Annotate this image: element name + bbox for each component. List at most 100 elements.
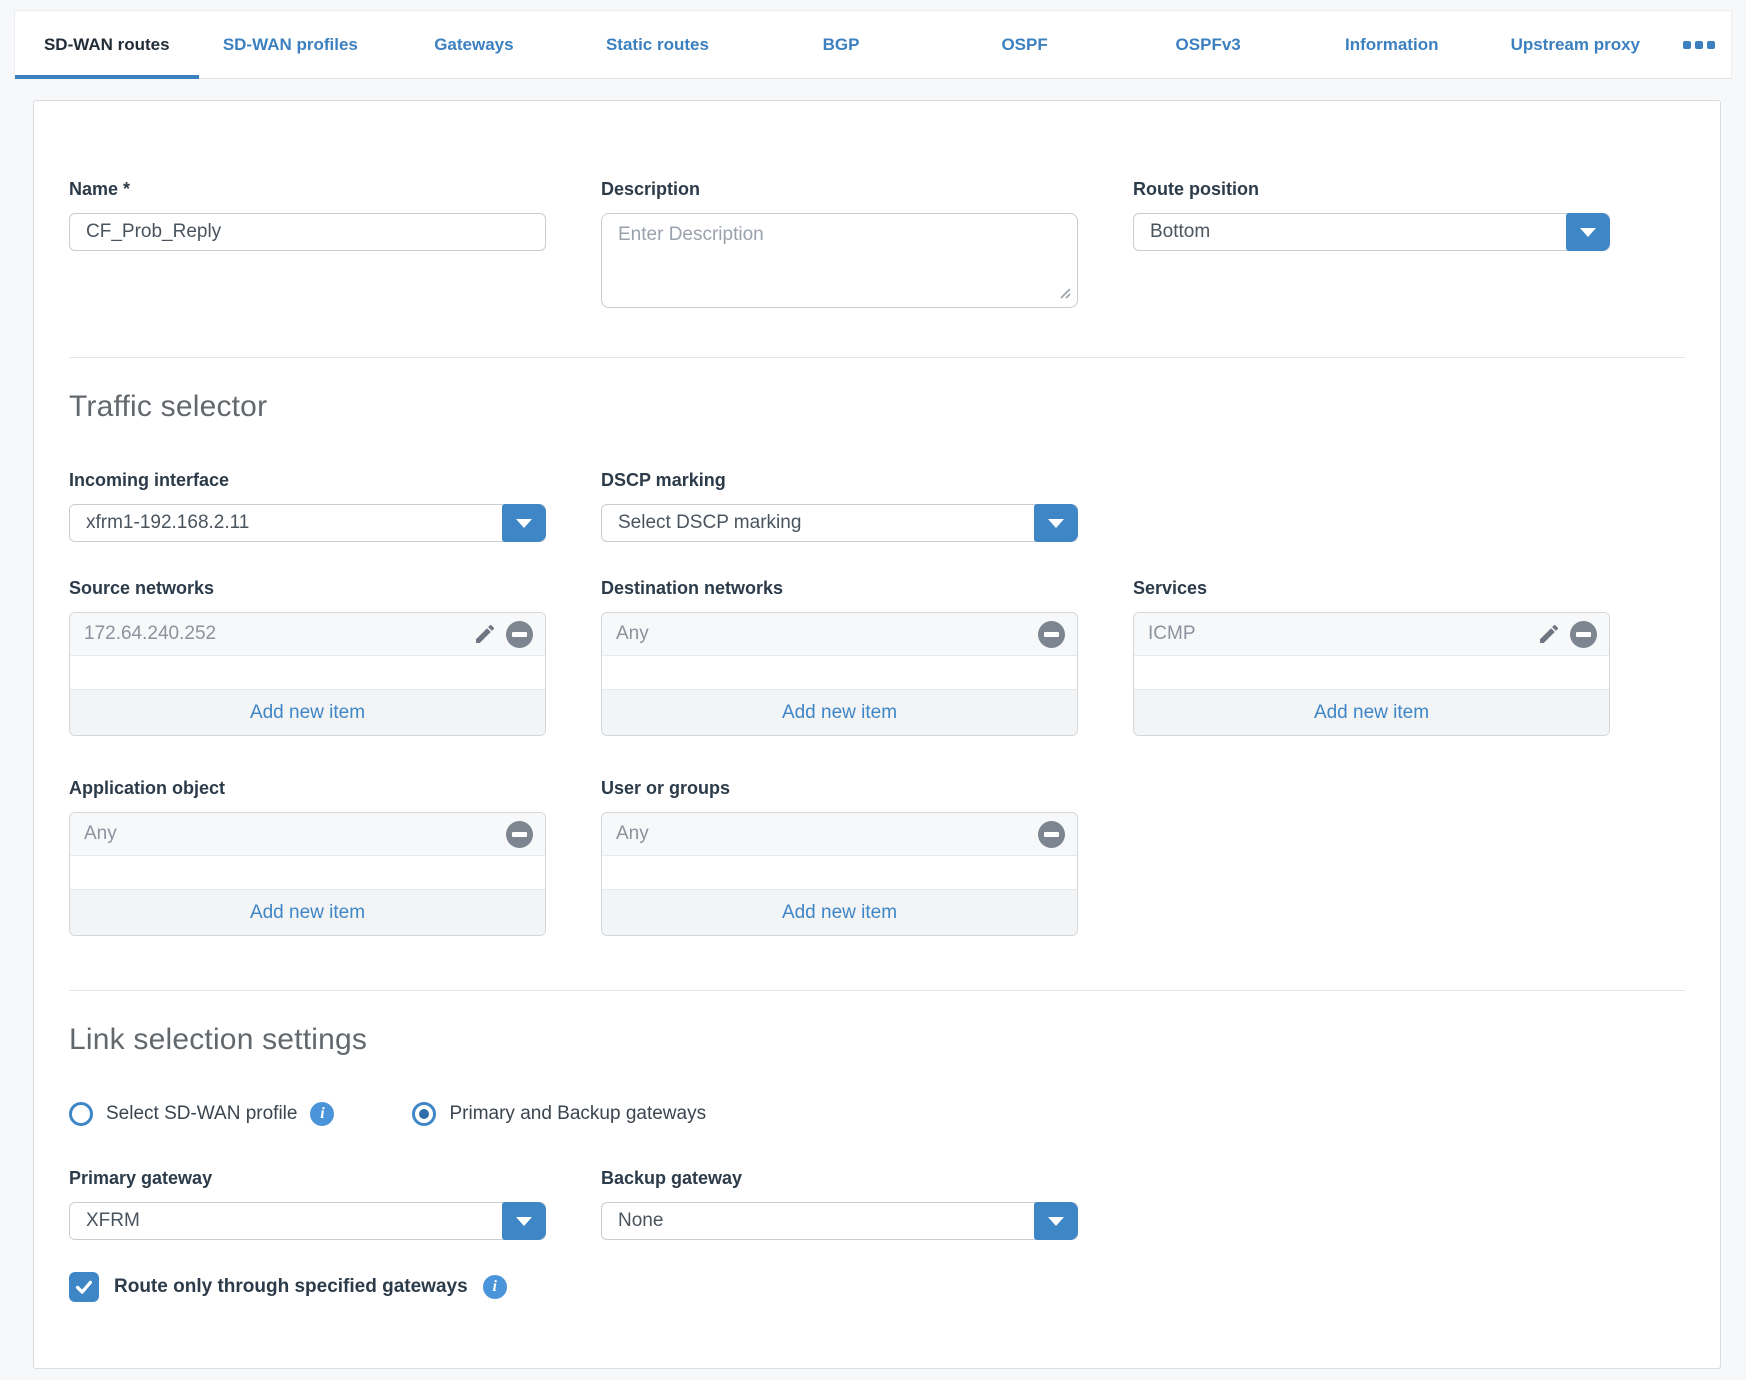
dropdown-button[interactable] [502,504,546,542]
radio-selected-icon[interactable] [412,1102,436,1126]
backup-gateway-select[interactable]: None [601,1202,1078,1240]
description-label: Description [601,179,1078,200]
dscp-marking-field-group: DSCP marking Select DSCP marking [601,470,1078,542]
source-networks-list: 172.64.240.252 Add new item [69,612,546,736]
add-new-item-button[interactable]: Add new item [1134,689,1609,735]
destination-networks-field-group: Destination networks Any Add new item [601,578,1078,736]
destination-networks-list: Any Add new item [601,612,1078,736]
remove-icon[interactable] [506,621,533,648]
edit-icon[interactable] [472,621,498,647]
primary-gateway-label: Primary gateway [69,1168,546,1189]
tab-gateways[interactable]: Gateways [382,11,566,78]
route-position-select[interactable]: Bottom [1133,213,1610,251]
add-new-item-button[interactable]: Add new item [70,689,545,735]
tab-bar: SD-WAN routes SD-WAN profiles Gateways S… [14,10,1732,79]
dropdown-button[interactable] [1566,213,1610,251]
application-object-label: Application object [69,778,546,799]
chevron-down-icon [1048,519,1064,528]
route-edit-panel: Name * Description Route position Bottom [33,100,1721,1369]
route-only-label: Route only through specified gateways [114,1276,468,1298]
tab-ospf[interactable]: OSPF [933,11,1117,78]
primary-gateway-field-group: Primary gateway XFRM [69,1168,546,1240]
backup-gateway-label: Backup gateway [601,1168,1078,1189]
primary-backup-radio-option: Primary and Backup gateways [412,1102,706,1126]
tab-upstream-proxy[interactable]: Upstream proxy [1484,11,1668,78]
name-label: Name * [69,179,546,200]
chevron-down-icon [1048,1217,1064,1226]
application-object-list: Any Add new item [69,812,546,936]
source-networks-label: Source networks [69,578,546,599]
remove-icon[interactable] [1038,621,1065,648]
route-only-checkbox[interactable] [69,1272,99,1302]
list-spacer [70,656,545,689]
services-field-group: Services ICMP Add new item [1133,578,1610,736]
route-position-field-group: Route position Bottom [1133,179,1610,251]
dscp-marking-label: DSCP marking [601,470,1078,491]
section-divider [69,990,1685,991]
traffic-selector-title: Traffic selector [69,390,1685,424]
route-position-label: Route position [1133,179,1610,200]
name-input[interactable] [69,213,546,251]
dscp-marking-value: Select DSCP marking [618,512,801,534]
incoming-interface-select[interactable]: xfrm1-192.168.2.11 [69,504,546,542]
remove-icon[interactable] [506,821,533,848]
primary-backup-radio-label: Primary and Backup gateways [449,1103,706,1125]
tab-sdwan-profiles[interactable]: SD-WAN profiles [199,11,383,78]
list-spacer [1134,656,1609,689]
primary-gateway-select[interactable]: XFRM [69,1202,546,1240]
chevron-down-icon [1580,228,1596,237]
tab-bgp[interactable]: BGP [749,11,933,78]
more-tabs-button[interactable] [1667,11,1731,78]
section-divider [69,357,1685,358]
dropdown-button[interactable] [1034,504,1078,542]
remove-icon[interactable] [1570,621,1597,648]
add-new-item-button[interactable]: Add new item [602,689,1077,735]
list-item: 172.64.240.252 [70,613,545,656]
tab-information[interactable]: Information [1300,11,1484,78]
ellipsis-icon [1695,41,1703,49]
link-selection-title: Link selection settings [69,1023,1685,1057]
source-networks-field-group: Source networks 172.64.240.252 Add new i… [69,578,546,736]
incoming-interface-value: xfrm1-192.168.2.11 [86,512,249,534]
radio-unselected-icon[interactable] [69,1102,93,1126]
user-or-groups-field-group: User or groups Any Add new item [601,778,1078,936]
dscp-marking-select[interactable]: Select DSCP marking [601,504,1078,542]
list-item: ICMP [1134,613,1609,656]
tab-ospfv3[interactable]: OSPFv3 [1116,11,1300,78]
tab-static-routes[interactable]: Static routes [566,11,750,78]
ellipsis-icon [1707,41,1715,49]
list-spacer [602,656,1077,689]
sdwan-profile-radio-label: Select SD-WAN profile [106,1103,297,1125]
list-item-text: 172.64.240.252 [84,623,464,645]
dropdown-button[interactable] [502,1202,546,1240]
route-position-value: Bottom [1150,221,1210,243]
user-or-groups-label: User or groups [601,778,1078,799]
backup-gateway-field-group: Backup gateway None [601,1168,1078,1240]
dropdown-button[interactable] [1034,1202,1078,1240]
list-item-text: Any [616,623,1030,645]
description-field-group: Description [601,179,1078,313]
edit-icon[interactable] [1536,621,1562,647]
description-textarea[interactable] [601,213,1078,308]
services-label: Services [1133,578,1610,599]
incoming-interface-field-group: Incoming interface xfrm1-192.168.2.11 [69,470,546,542]
add-new-item-button[interactable]: Add new item [70,889,545,935]
add-new-item-button[interactable]: Add new item [602,889,1077,935]
destination-networks-label: Destination networks [601,578,1078,599]
remove-icon[interactable] [1038,821,1065,848]
chevron-down-icon [516,519,532,528]
list-spacer [602,856,1077,889]
backup-gateway-value: None [618,1210,663,1232]
checkmark-icon [73,1276,95,1298]
sdwan-profile-radio-option: Select SD-WAN profile i [69,1102,334,1126]
services-list: ICMP Add new item [1133,612,1610,736]
list-item-text: ICMP [1148,623,1528,645]
chevron-down-icon [516,1217,532,1226]
info-icon[interactable]: i [310,1102,334,1126]
primary-gateway-value: XFRM [86,1210,140,1232]
tab-sdwan-routes[interactable]: SD-WAN routes [15,11,199,78]
ellipsis-icon [1683,41,1691,49]
list-item-text: Any [84,823,498,845]
info-icon[interactable]: i [483,1275,507,1299]
incoming-interface-label: Incoming interface [69,470,546,491]
